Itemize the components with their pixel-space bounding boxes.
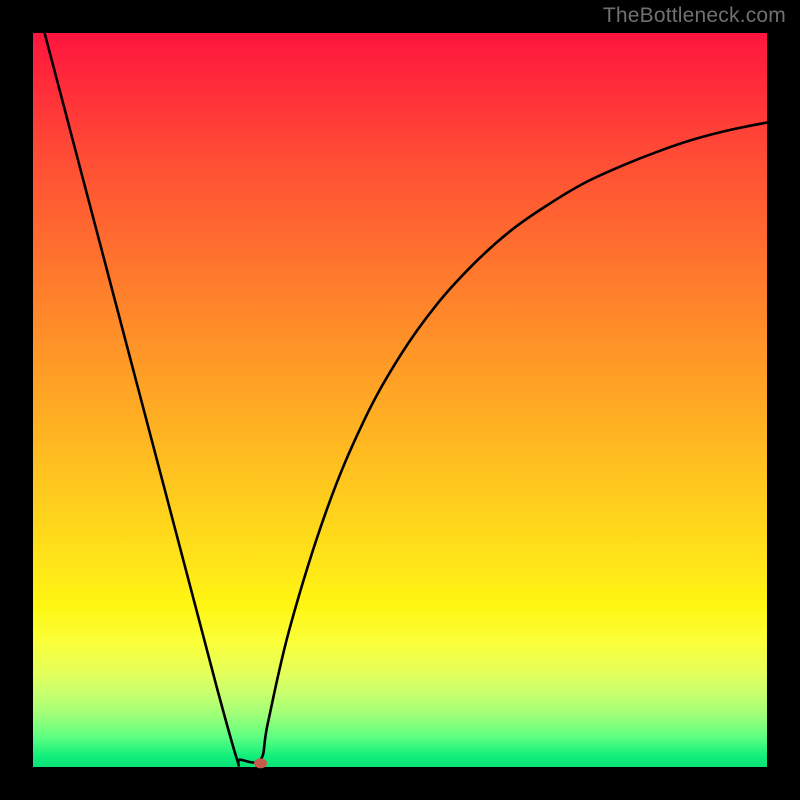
- watermark-text: TheBottleneck.com: [603, 4, 786, 28]
- curve-layer: [33, 33, 767, 767]
- minimum-marker: [254, 758, 267, 768]
- bottleneck-curve: [33, 0, 767, 766]
- chart-frame: TheBottleneck.com: [0, 0, 800, 800]
- plot-area: [33, 33, 767, 767]
